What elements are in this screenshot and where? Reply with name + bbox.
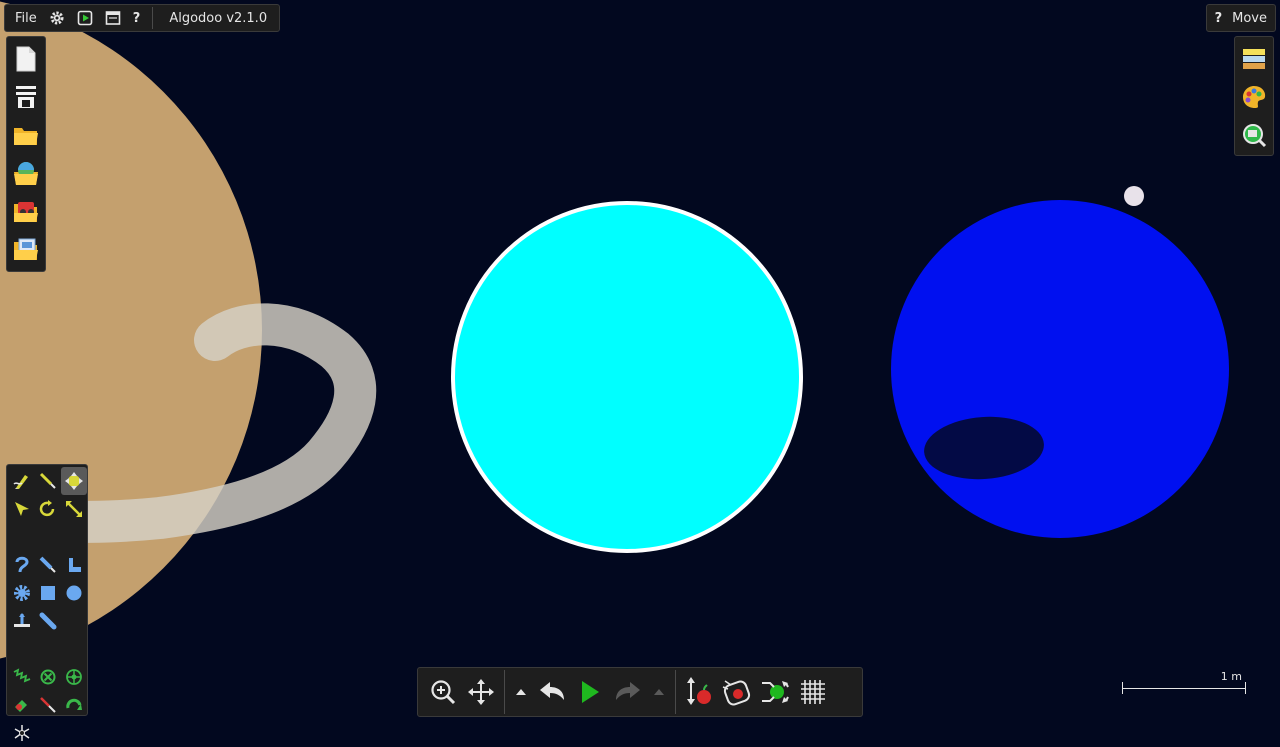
arrow-up-small-icon[interactable] — [509, 672, 533, 712]
help-icon[interactable]: ? — [127, 5, 147, 31]
mode-help-icon[interactable]: ? — [1215, 11, 1223, 26]
new-scene-icon[interactable] — [10, 41, 42, 77]
play-icon[interactable] — [571, 672, 609, 712]
drag-tool-icon[interactable] — [9, 495, 35, 523]
spiral-tool-icon[interactable] — [9, 719, 35, 747]
divider — [152, 7, 154, 29]
appearance-palette-icon[interactable] — [1238, 79, 1270, 115]
blank-slot — [61, 607, 87, 635]
gravity-icon[interactable] — [680, 672, 718, 712]
divider — [675, 670, 676, 714]
window-icon[interactable] — [99, 5, 127, 31]
open-folder-icon[interactable] — [10, 117, 42, 153]
save-scene-icon[interactable] — [10, 231, 42, 267]
plane-tool-icon[interactable] — [61, 551, 87, 579]
arrow-up-small-icon[interactable] — [647, 672, 671, 712]
brush-tool-icon[interactable] — [35, 551, 61, 579]
tracer-tool-icon[interactable] — [61, 691, 87, 719]
zoom-icon[interactable] — [424, 672, 462, 712]
app-title: Algodoo v2.1.0 — [169, 10, 268, 26]
undo-icon[interactable] — [533, 672, 571, 712]
gear-icon[interactable] — [43, 5, 71, 31]
cut-tool-icon[interactable] — [35, 467, 61, 495]
planet-blue[interactable] — [891, 200, 1229, 538]
simulation-toolbar — [417, 667, 863, 717]
browse-online-icon[interactable] — [10, 155, 42, 191]
axle-tool-icon[interactable] — [35, 663, 61, 691]
scale-tool-icon[interactable] — [61, 495, 87, 523]
move-tool-icon[interactable] — [61, 467, 87, 495]
grid-icon[interactable] — [794, 672, 832, 712]
scale-indicator: 1 m — [1120, 670, 1248, 700]
fixate-tool-icon[interactable] — [9, 607, 35, 635]
box-tool-icon[interactable] — [35, 579, 61, 607]
hinge-tool-icon[interactable] — [35, 607, 61, 635]
mode-indicator[interactable]: ? Move — [1205, 4, 1276, 32]
rope-tool-icon[interactable] — [9, 551, 35, 579]
zoom-select-icon[interactable] — [1238, 117, 1270, 153]
phunlets-icon[interactable] — [10, 193, 42, 229]
reset-icon[interactable] — [756, 672, 794, 712]
options-icon[interactable] — [10, 79, 42, 115]
scale-tick-right — [1245, 682, 1246, 694]
planet-cyan[interactable] — [451, 201, 803, 553]
simulation-canvas[interactable] — [0, 0, 1280, 720]
moon[interactable] — [1124, 186, 1144, 206]
play-preview-icon[interactable] — [71, 5, 99, 31]
redo-icon[interactable] — [609, 672, 647, 712]
spring-tool-icon[interactable] — [9, 663, 35, 691]
scale-label: 1 m — [1220, 670, 1242, 683]
thruster-tool-icon[interactable] — [61, 663, 87, 691]
file-menu[interactable]: File — [9, 5, 43, 31]
top-menu-bar: File ? Algodoo v2.1.0 — [4, 4, 281, 32]
gear-tool-icon[interactable] — [9, 579, 35, 607]
divider — [504, 670, 505, 714]
pan-icon[interactable] — [462, 672, 500, 712]
mode-label: Move — [1232, 10, 1267, 26]
scale-line — [1122, 688, 1246, 689]
chain-tool-icon[interactable] — [9, 691, 35, 719]
layers-icon[interactable] — [1238, 41, 1270, 77]
circle-tool-icon[interactable] — [61, 579, 87, 607]
view-panel — [1234, 36, 1274, 156]
file-panel — [6, 36, 46, 272]
sketch-tool-icon[interactable] — [9, 467, 35, 495]
air-friction-icon[interactable] — [718, 672, 756, 712]
tool-panel — [6, 464, 88, 741]
rotate-tool-icon[interactable] — [35, 495, 61, 523]
laser-tool-icon[interactable] — [35, 691, 61, 719]
